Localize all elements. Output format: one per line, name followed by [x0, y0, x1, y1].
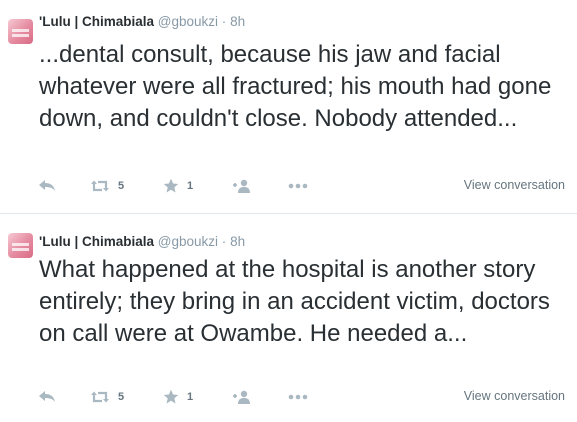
- separator: ·: [221, 14, 227, 29]
- follow-button[interactable]: [232, 176, 252, 196]
- more-button[interactable]: [288, 176, 308, 196]
- avatar[interactable]: [8, 233, 33, 258]
- more-button[interactable]: [288, 387, 308, 407]
- retweet-button[interactable]: 5: [90, 176, 124, 196]
- retweet-icon: [91, 180, 109, 192]
- timestamp[interactable]: 8h: [230, 234, 245, 249]
- avatar[interactable]: [8, 19, 33, 44]
- reply-icon: [39, 180, 55, 191]
- favorite-button[interactable]: 1: [163, 387, 193, 407]
- favorite-count: 1: [187, 180, 194, 192]
- username[interactable]: @gboukzi: [158, 14, 218, 29]
- add-user-icon: [233, 390, 250, 404]
- reply-icon: [39, 391, 55, 402]
- reply-button[interactable]: [38, 387, 56, 407]
- retweet-button[interactable]: 5: [90, 387, 124, 407]
- separator: ·: [221, 234, 227, 249]
- tweet-actions: 5 1 View conversation: [0, 176, 577, 196]
- add-user-icon: [233, 179, 250, 193]
- follow-button[interactable]: [232, 387, 252, 407]
- star-icon: [163, 178, 179, 193]
- tweet[interactable]: 'Lulu | Chimabiala @gboukzi · 8h What ha…: [0, 215, 577, 422]
- retweet-count: 5: [118, 180, 125, 192]
- fullname[interactable]: 'Lulu | Chimabiala: [39, 234, 154, 249]
- view-conversation-link[interactable]: View conversation: [464, 178, 565, 192]
- tweet-header: 'Lulu | Chimabiala @gboukzi · 8h: [39, 14, 245, 30]
- more-icon: [288, 394, 308, 400]
- tweet[interactable]: 'Lulu | Chimabiala @gboukzi · 8h ...dent…: [0, 0, 577, 214]
- tweet-text: ...dental consult, because his jaw and f…: [39, 41, 552, 132]
- fullname[interactable]: 'Lulu | Chimabiala: [39, 14, 154, 29]
- favorite-button[interactable]: 1: [163, 176, 193, 196]
- star-icon: [163, 389, 179, 404]
- tweet-header: 'Lulu | Chimabiala @gboukzi · 8h: [39, 234, 245, 250]
- view-conversation-link[interactable]: View conversation: [464, 389, 565, 403]
- tweet-text: What happened at the hospital is another…: [39, 256, 550, 347]
- reply-button[interactable]: [38, 176, 56, 196]
- timestamp[interactable]: 8h: [230, 14, 245, 29]
- favorite-count: 1: [187, 391, 194, 403]
- username[interactable]: @gboukzi: [158, 234, 218, 249]
- tweet-actions: 5 1 View conversation: [0, 387, 577, 407]
- more-icon: [288, 183, 308, 189]
- retweet-icon: [91, 391, 109, 403]
- retweet-count: 5: [118, 391, 125, 403]
